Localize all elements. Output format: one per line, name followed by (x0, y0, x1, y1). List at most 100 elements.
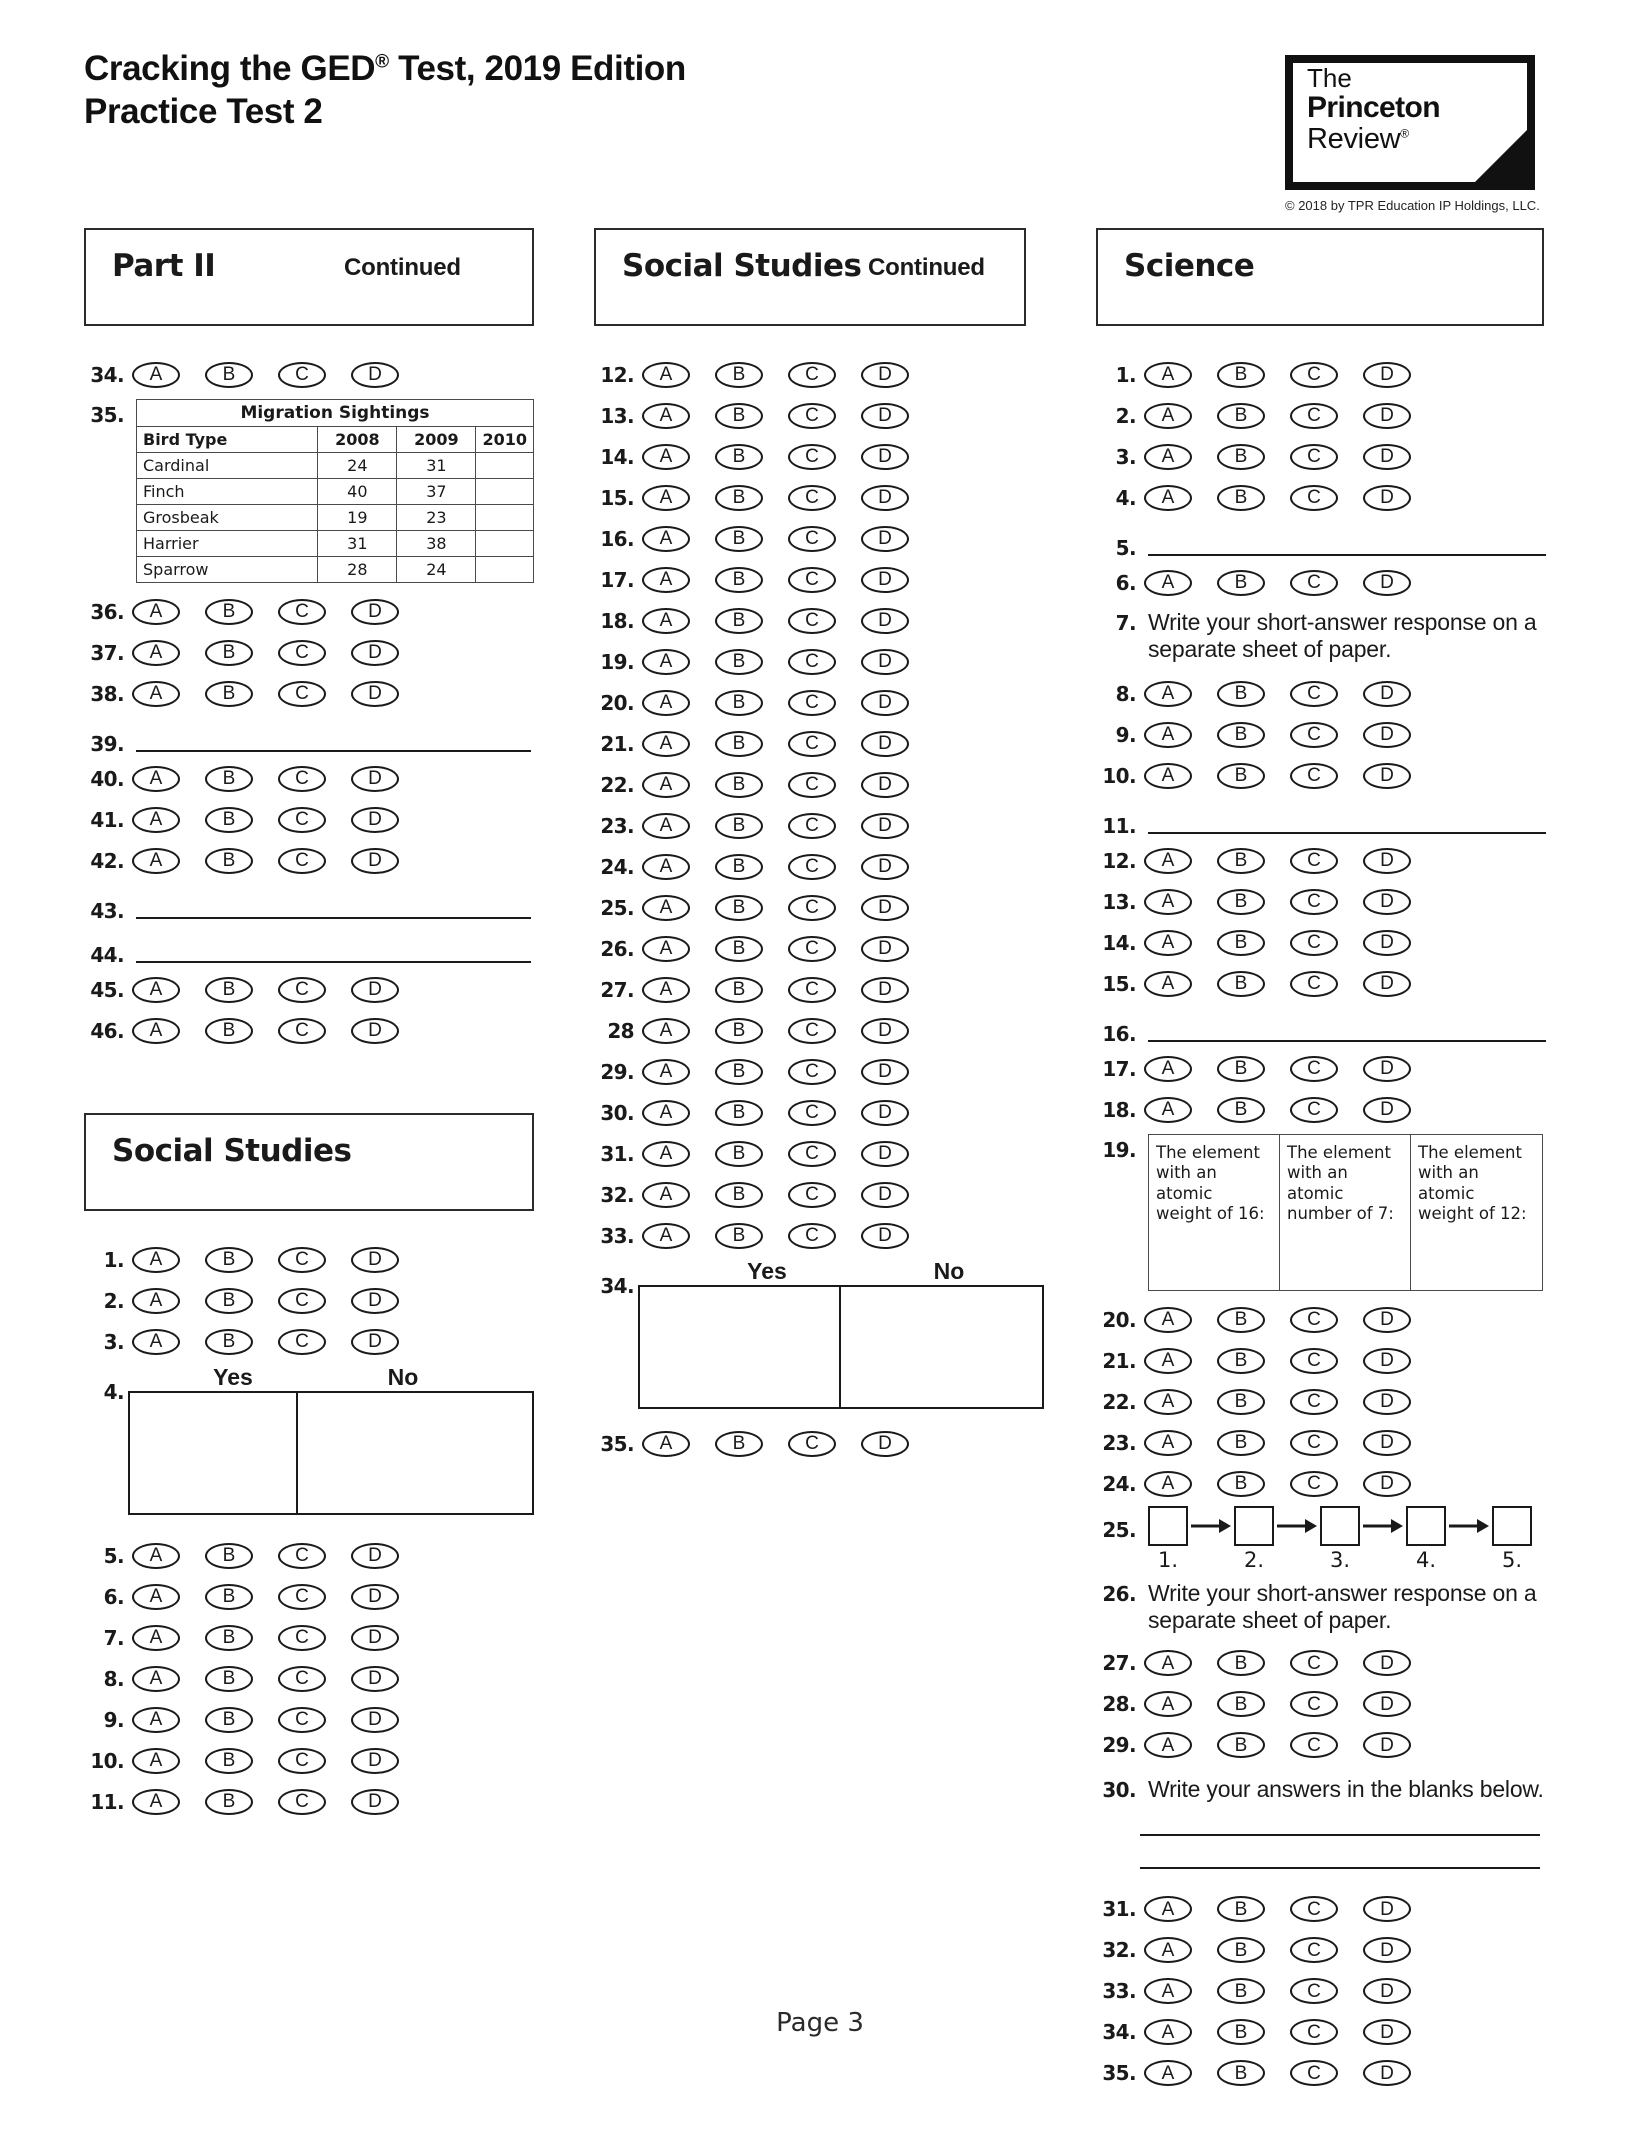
answer-row-32[interactable]: 32. A B C D (594, 1174, 1044, 1215)
bubble-c[interactable]: C (1290, 762, 1338, 789)
answer-row-sci-14[interactable]: 14. A B C D (1096, 922, 1546, 963)
answer-row-36[interactable]: 36. A B C D (84, 591, 534, 632)
bubble-a[interactable]: A (642, 1430, 690, 1457)
bubble-b[interactable]: B (205, 1017, 253, 1044)
bubble-d[interactable]: D (861, 976, 909, 1003)
answer-row-sci-21[interactable]: 21. A B C D (1096, 1340, 1546, 1381)
bubble-b[interactable]: B (1217, 1306, 1265, 1333)
bubble-b[interactable]: B (1217, 1650, 1265, 1676)
answer-row-15[interactable]: 15. A B C D (594, 477, 1044, 518)
bubble-group[interactable]: A B C D (132, 680, 399, 707)
sequence-row[interactable] (1148, 1506, 1532, 1547)
bubble-a[interactable]: A (1144, 569, 1192, 596)
bubble-a[interactable]: A (642, 771, 690, 798)
bubble-group[interactable]: A B C D (132, 1747, 399, 1774)
bubble-b[interactable]: B (1217, 1055, 1265, 1082)
write-in-row-43[interactable]: 43. (84, 881, 534, 925)
bubble-group[interactable]: A B C D (132, 598, 399, 625)
cell-2010[interactable] (475, 452, 534, 479)
write-in-row-sci-11[interactable]: 11. (1096, 796, 1546, 840)
bubble-d[interactable]: D (1363, 1937, 1411, 1964)
bubble-c[interactable]: C (1290, 1937, 1338, 1964)
bubble-a[interactable]: A (1144, 1347, 1192, 1374)
bubble-group[interactable]: A B C D (1144, 2060, 1411, 2087)
bubble-a[interactable]: A (642, 935, 690, 962)
yes-no-grid[interactable] (638, 1285, 1044, 1409)
bubble-d[interactable]: D (1363, 721, 1411, 748)
bubble-b[interactable]: B (1217, 1978, 1265, 2005)
bubble-a[interactable]: A (642, 1222, 690, 1249)
answer-row-13[interactable]: 13. A B C D (594, 395, 1044, 436)
bubble-a[interactable]: A (132, 639, 180, 666)
bubble-b[interactable]: B (715, 1140, 763, 1167)
answer-row-ss-5[interactable]: 5. A B C D (84, 1535, 534, 1576)
bubble-c[interactable]: C (1290, 1732, 1338, 1758)
bubble-group[interactable]: A B C D (1144, 970, 1411, 997)
bubble-c[interactable]: C (788, 1099, 836, 1126)
bubble-c[interactable]: C (278, 680, 326, 707)
bubble-c[interactable]: C (788, 853, 836, 880)
answer-row-sci-10[interactable]: 10. A B C D (1096, 755, 1546, 796)
bubble-a[interactable]: A (1144, 762, 1192, 789)
answer-row-sci-15[interactable]: 15. A B C D (1096, 963, 1546, 1004)
bubble-b[interactable]: B (205, 1624, 253, 1651)
answer-row-21[interactable]: 21. A B C D (594, 723, 1044, 764)
answer-row-25[interactable]: 25. A B C D (594, 887, 1044, 928)
bubble-c[interactable]: C (1290, 484, 1338, 511)
bubble-a[interactable]: A (132, 680, 180, 707)
write-in-line[interactable] (136, 960, 531, 963)
bubble-c[interactable]: C (1290, 1978, 1338, 2005)
bubble-c[interactable]: C (1290, 1055, 1338, 1082)
bubble-b[interactable]: B (715, 1222, 763, 1249)
bubble-d[interactable]: D (861, 1140, 909, 1167)
bubble-d[interactable]: D (1363, 2060, 1411, 2087)
bubble-d[interactable]: D (1363, 1896, 1411, 1923)
bubble-a[interactable]: A (642, 976, 690, 1003)
bubble-b[interactable]: B (205, 1542, 253, 1569)
bubble-d[interactable]: D (861, 1058, 909, 1085)
bubble-c[interactable]: C (788, 607, 836, 634)
bubble-a[interactable]: A (132, 361, 180, 388)
bubble-a[interactable]: A (642, 812, 690, 839)
bubble-b[interactable]: B (205, 976, 253, 1003)
bubble-group[interactable]: ABCD (642, 689, 909, 716)
answer-row-28[interactable]: 28 A B C D (594, 1010, 1044, 1051)
bubble-c[interactable]: C (1290, 847, 1338, 874)
bubble-b[interactable]: B (1217, 1388, 1265, 1415)
bubble-a[interactable]: A (1144, 1055, 1192, 1082)
bubble-group[interactable]: A B C D (1144, 1347, 1411, 1374)
answer-row-sci-8[interactable]: 8. A B C D (1096, 673, 1546, 714)
bubble-d[interactable]: D (1363, 888, 1411, 915)
bubble-a[interactable]: A (642, 566, 690, 593)
answer-row-46[interactable]: 46. A B C D (84, 1010, 534, 1051)
bubble-b[interactable]: B (205, 1583, 253, 1610)
answer-row-sci-18[interactable]: 18. A B C D (1096, 1089, 1546, 1130)
bubble-a[interactable]: A (642, 1181, 690, 1208)
write-in-row-39[interactable]: 39. (84, 714, 534, 758)
bubble-c[interactable]: C (788, 1140, 836, 1167)
bubble-group[interactable]: A B C D (1144, 1732, 1411, 1758)
bubble-c[interactable]: C (788, 1017, 836, 1044)
write-in-line[interactable] (136, 749, 531, 752)
bubble-b[interactable]: B (715, 1099, 763, 1126)
bubble-c[interactable]: C (278, 1624, 326, 1651)
bubble-a[interactable]: A (1144, 847, 1192, 874)
bubble-c[interactable]: C (278, 1583, 326, 1610)
answer-row-ss-9[interactable]: 9. A B C D (84, 1699, 534, 1740)
bubble-b[interactable]: B (715, 443, 763, 470)
bubble-d[interactable]: D (1363, 484, 1411, 511)
bubble-group[interactable]: ABCD (642, 853, 909, 880)
bubble-b[interactable]: B (1217, 762, 1265, 789)
answer-row-sci-9[interactable]: 9. A B C D (1096, 714, 1546, 755)
bubble-a[interactable]: A (132, 976, 180, 1003)
bubble-d[interactable]: D (351, 1788, 399, 1815)
bubble-a[interactable]: A (642, 607, 690, 634)
bubble-group[interactable]: A B C D (132, 361, 399, 388)
answer-row-ss-6[interactable]: 6. A B C D (84, 1576, 534, 1617)
cell-2010[interactable] (475, 504, 534, 531)
bubble-group[interactable]: ABCD (642, 1058, 909, 1085)
write-in-line[interactable] (1148, 553, 1546, 556)
bubble-group[interactable]: A B C D (132, 1665, 399, 1692)
bubble-d[interactable]: D (351, 976, 399, 1003)
bubble-a[interactable]: A (642, 1058, 690, 1085)
